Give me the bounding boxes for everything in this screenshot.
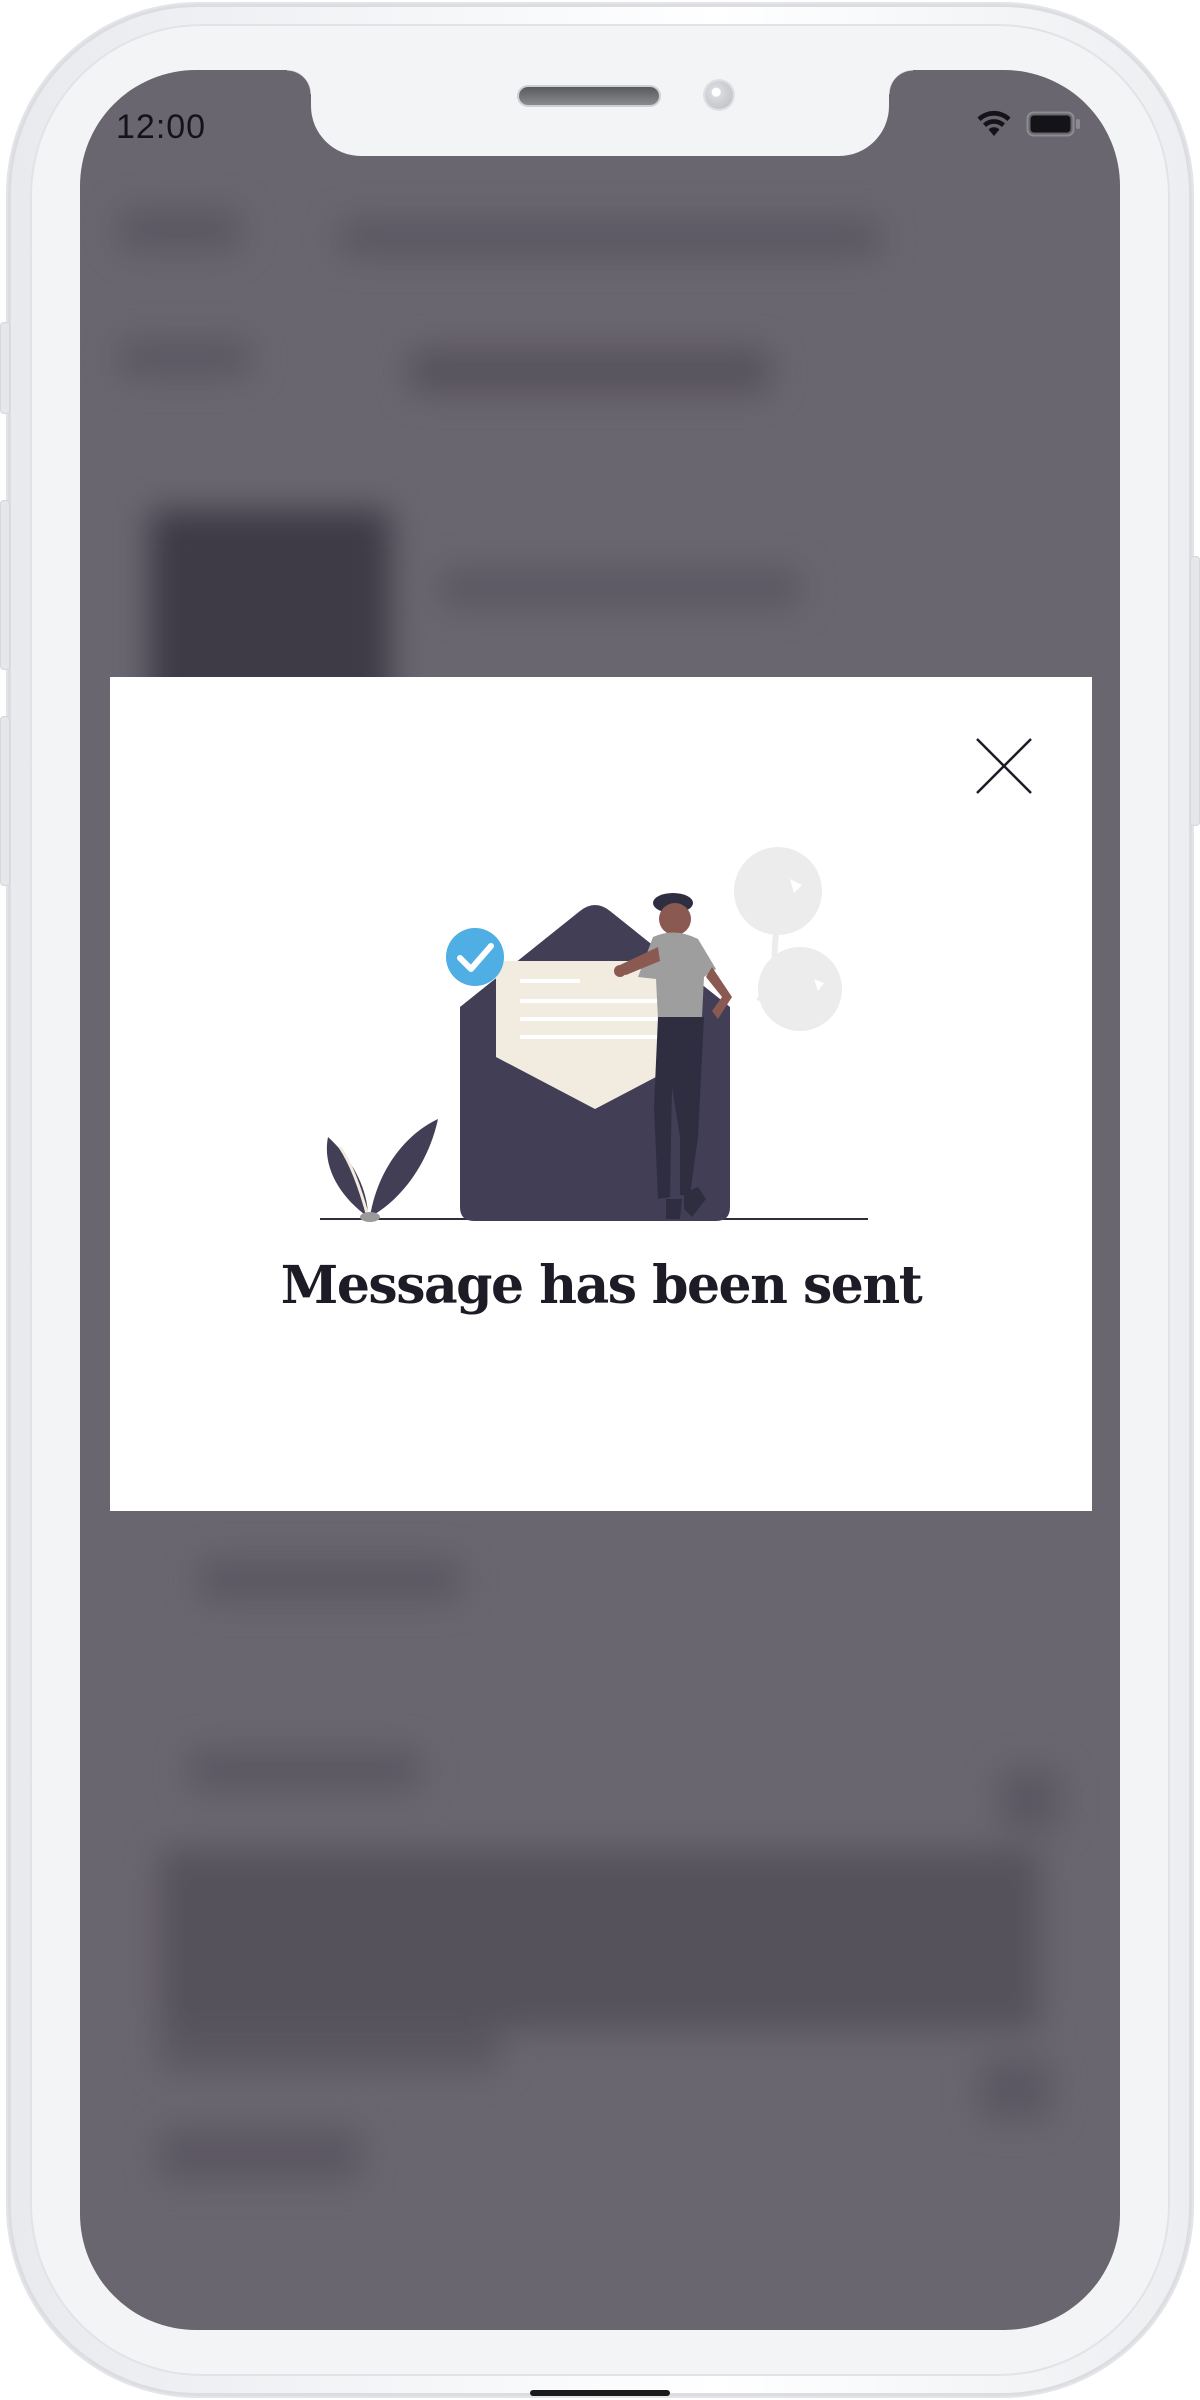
message-sent-modal: Message has been sent	[110, 677, 1092, 1511]
modal-title: Message has been sent	[280, 1255, 923, 1316]
front-camera	[705, 81, 733, 109]
phone-screen: 12:00 Message has been sent	[80, 70, 1120, 2330]
status-bar-time: 12:00	[116, 108, 207, 146]
close-icon	[976, 738, 1032, 794]
balloon-shapes	[734, 847, 842, 1031]
wifi-icon	[977, 110, 1011, 136]
side-button-power	[1190, 556, 1200, 826]
notch	[287, 70, 913, 156]
close-button[interactable]	[975, 737, 1033, 795]
plant-icon	[326, 1119, 438, 1222]
check-badge-icon	[446, 928, 504, 986]
status-bar-icons	[976, 110, 1082, 138]
side-button-silent	[0, 322, 10, 414]
message-sent-illustration	[320, 847, 868, 1222]
side-button-volume-up	[0, 500, 10, 670]
earpiece-speaker	[519, 87, 659, 105]
home-indicator	[530, 2390, 670, 2396]
side-button-volume-down	[0, 716, 10, 886]
battery-icon	[1026, 111, 1080, 137]
